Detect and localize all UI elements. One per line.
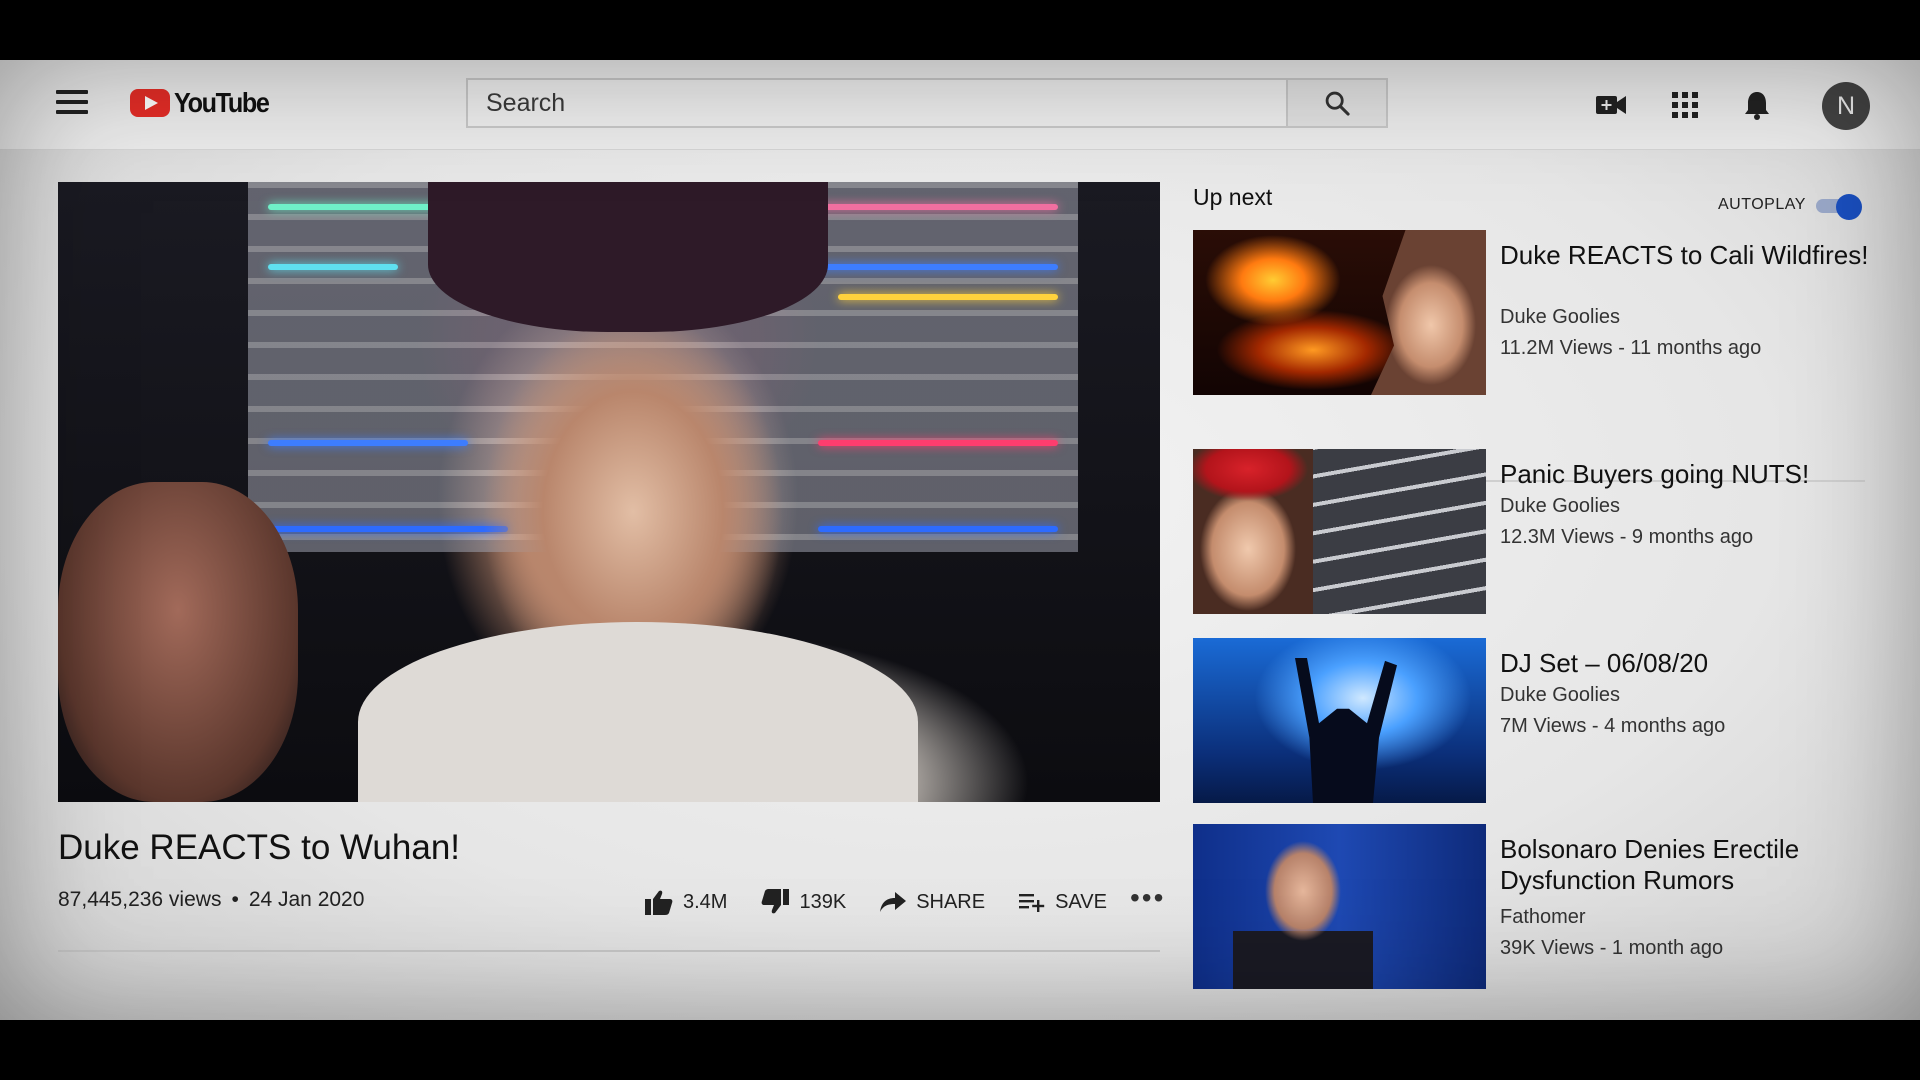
dislike-button[interactable]: 139K: [761, 889, 846, 915]
channel-name: Duke Goolies: [1500, 495, 1621, 517]
thumbnail-person: [1233, 836, 1373, 989]
recommended-title[interactable]: Duke REACTS to Cali Wildfires!: [1500, 240, 1880, 271]
video-thumbnail[interactable]: [1193, 638, 1486, 803]
light-strip: [818, 440, 1058, 446]
hamburger-menu-icon[interactable]: [56, 90, 88, 118]
video-camera-icon: [1596, 96, 1626, 114]
search-bar: [466, 78, 1388, 128]
autoplay-toggle[interactable]: [1816, 194, 1862, 220]
up-next-heading: Up next: [1193, 184, 1273, 210]
recommended-video[interactable]: Duke REACTS to Cali Wildfires! Duke Gool…: [1193, 230, 1873, 395]
recommended-title[interactable]: DJ Set – 06/08/20: [1500, 648, 1880, 679]
bell-icon: [1745, 92, 1769, 120]
youtube-logo[interactable]: YouTube: [130, 86, 279, 120]
light-strip: [838, 294, 1058, 300]
recommended-video[interactable]: Bolsonaro Denies Erectile Dysfunction Ru…: [1193, 824, 1873, 989]
dislike-count: 139K: [799, 890, 847, 913]
video-stats: 11.2M Views - 11 months ago: [1500, 337, 1762, 359]
beanie: [428, 182, 828, 332]
video-thumbnail[interactable]: [1193, 824, 1486, 989]
recommended-title[interactable]: Panic Buyers going NUTS!: [1500, 459, 1880, 490]
save-label: SAVE: [1055, 890, 1107, 913]
channel-name: Duke Goolies: [1500, 306, 1621, 328]
video-thumbnail[interactable]: [1193, 449, 1486, 614]
meta-separator: •: [231, 888, 239, 911]
youtube-play-icon: [130, 89, 170, 117]
more-options-icon[interactable]: •••: [1130, 884, 1165, 912]
video-stats: 39K Views - 1 month ago: [1500, 937, 1724, 959]
recommended-video[interactable]: DJ Set – 06/08/20 Duke Goolies 7M Views …: [1193, 638, 1873, 803]
create-video-button[interactable]: [1594, 88, 1628, 122]
video-player[interactable]: [58, 182, 1160, 802]
recommended-title[interactable]: Bolsonaro Denies Erectile Dysfunction Ru…: [1500, 834, 1880, 896]
share-button[interactable]: SHARE: [880, 891, 985, 914]
video-title: Duke REACTS to Wuhan!: [58, 828, 461, 867]
channel-name: Fathomer: [1500, 906, 1586, 928]
video-stats: 7M Views - 4 months ago: [1500, 715, 1726, 737]
share-label: SHARE: [916, 890, 986, 913]
autoplay-label: AUTOPLAY: [1718, 196, 1806, 213]
toggle-knob: [1836, 194, 1862, 220]
share-arrow-icon: [880, 892, 907, 912]
thumbs-down-icon: [762, 889, 790, 914]
thumbnail-silhouette: [1295, 658, 1397, 803]
save-button[interactable]: SAVE: [1019, 891, 1107, 914]
video-thumbnail[interactable]: [1193, 230, 1486, 395]
youtube-screen: YouTube Search N Duke REACTS to Wuhan! 8…: [0, 60, 1920, 1020]
letterbox-bottom: [0, 1020, 1920, 1080]
view-count: 87,445,236 views: [58, 888, 222, 911]
letterbox-top: [0, 0, 1920, 60]
light-strip: [268, 264, 398, 270]
thumbs-up-icon: [645, 890, 673, 915]
logo-text: YouTube: [174, 87, 270, 118]
like-button[interactable]: 3.4M: [645, 889, 727, 915]
video-actions: 3.4M 139K SHARE SAVE: [645, 884, 1141, 920]
publish-date: 24 Jan 2020: [248, 888, 365, 911]
playlist-add-icon: [1019, 894, 1045, 912]
divider: [58, 950, 1160, 952]
channel-name: Duke Goolies: [1500, 684, 1621, 706]
recommended-video[interactable]: Panic Buyers going NUTS! Duke Goolies 12…: [1193, 449, 1873, 614]
thumbnail-face: [1193, 449, 1313, 614]
video-meta: 87,445,236 views • 24 Jan 2020: [58, 888, 364, 912]
top-bar: YouTube Search N: [0, 60, 1920, 150]
light-strip: [798, 264, 1058, 270]
thumbnail-face: [1371, 230, 1486, 395]
apps-button[interactable]: [1668, 88, 1702, 122]
light-strip: [818, 526, 1058, 532]
search-button[interactable]: [1286, 78, 1388, 128]
notifications-button[interactable]: [1740, 88, 1774, 122]
thumbnail-shelves: [1296, 449, 1486, 614]
video-stats: 12.3M Views - 9 months ago: [1500, 526, 1754, 548]
like-count: 3.4M: [683, 890, 728, 913]
raised-hand: [58, 482, 298, 802]
search-input[interactable]: [466, 78, 1286, 128]
search-icon: [1325, 91, 1350, 116]
apps-grid-icon: [1672, 92, 1698, 118]
avatar[interactable]: N: [1822, 82, 1870, 130]
